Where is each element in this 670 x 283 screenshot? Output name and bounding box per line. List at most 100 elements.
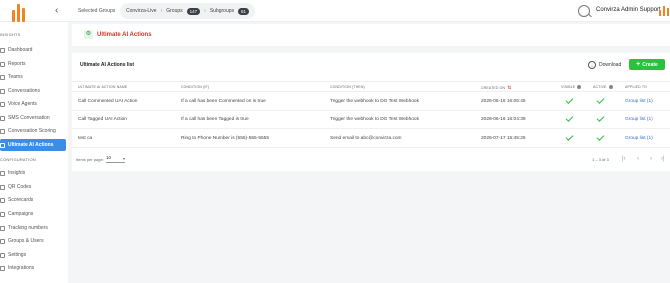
help-icon[interactable] xyxy=(577,85,582,90)
visible-check-icon[interactable] xyxy=(565,133,574,141)
previous-page-icon[interactable]: ‹ xyxy=(637,155,639,163)
sidebar-item-groups-users[interactable]: Groups & Users xyxy=(0,235,66,247)
help-icon[interactable] xyxy=(608,85,613,90)
active-check-icon[interactable] xyxy=(596,96,605,104)
sidebar: INSIGHTS Dashboard Reports Teams Convers… xyxy=(0,22,68,283)
sidebar-item-integrations[interactable]: Integrations xyxy=(0,262,66,274)
breadcrumb-separator-icon: › xyxy=(160,8,163,14)
download-button[interactable]: ↓ Download xyxy=(588,61,621,69)
condition-if: If a call has been Tagged is true xyxy=(181,117,249,122)
table-row[interactable]: Call Commented UAI Action If a call has … xyxy=(72,93,670,111)
chevron-down-icon: ▾ xyxy=(122,156,125,161)
search-icon[interactable] xyxy=(578,5,590,17)
sidebar-item-scorecards[interactable]: Scorecards xyxy=(0,194,66,206)
sidebar-item-conversation-scoring[interactable]: Conversation Scoring xyxy=(0,125,66,137)
first-page-icon[interactable]: |‹ xyxy=(622,155,626,163)
sidebar-section-insights: INSIGHTS xyxy=(0,32,21,37)
create-button[interactable]: + Create xyxy=(629,59,665,70)
chevron-left-icon[interactable]: ‹ xyxy=(55,6,58,16)
active-check-icon[interactable] xyxy=(596,133,605,141)
sidebar-item-dashboard[interactable]: Dashboard xyxy=(0,44,66,56)
items-per-page-value: 10 xyxy=(106,155,112,160)
next-page-icon[interactable]: › xyxy=(650,155,652,163)
groups-users-icon xyxy=(0,238,5,244)
condition-then: Send email to abc@convirza.com xyxy=(330,136,402,141)
table-row[interactable]: test ca Ring to Phone Number is (555)-55… xyxy=(72,130,670,148)
column-header-created-on[interactable]: CREATED ON ⇅ xyxy=(481,85,512,91)
sidebar-item-tracking-numbers[interactable]: Tracking numbers xyxy=(0,222,66,234)
settings-icon xyxy=(0,252,5,258)
sms-icon xyxy=(0,115,5,121)
sidebar-item-label: Campaigns xyxy=(8,211,34,217)
sidebar-item-label: Teams xyxy=(8,74,23,80)
created-on: 2026-07-17 15:45:25 xyxy=(481,136,526,141)
sidebar-item-voice-agents[interactable]: Voice Agents xyxy=(0,98,66,110)
user-name[interactable]: Convirza Admin Support xyxy=(596,7,661,13)
account-name: Convirza-Live xyxy=(126,8,157,14)
applied-to-link[interactable]: Group list (1) xyxy=(625,99,653,104)
page-title: Ultimate AI Actions xyxy=(97,32,152,38)
column-header-applied-to: APPLIED TO xyxy=(625,85,647,89)
teams-icon xyxy=(0,74,5,80)
sidebar-item-qr-codes[interactable]: QR Codes xyxy=(0,181,66,193)
last-page-icon[interactable]: ›| xyxy=(661,155,665,163)
created-on: 2026-06-16 16:05:45 xyxy=(481,99,526,104)
visible-check-icon[interactable] xyxy=(565,114,574,122)
convirza-logo[interactable] xyxy=(12,4,30,22)
condition-then: Trigger the webhook to DG Test Webhook xyxy=(330,99,419,104)
reports-icon xyxy=(0,61,5,67)
sidebar-item-label: Dashboard xyxy=(8,47,33,53)
campaigns-icon xyxy=(0,211,5,217)
created-on-label: CREATED ON xyxy=(481,86,506,90)
integrations-icon xyxy=(0,265,5,271)
sort-icon[interactable]: ⇅ xyxy=(507,85,511,91)
tracking-numbers-icon xyxy=(0,225,5,231)
voice-agents-icon xyxy=(0,101,5,107)
sidebar-item-campaigns[interactable]: Campaigns xyxy=(0,208,66,220)
column-header-name[interactable]: ULTIMATE AI ACTION NAME xyxy=(78,85,127,89)
subgroups-count-badge: 61 xyxy=(238,7,250,15)
column-header-condition-if[interactable]: CONDITION (IF) xyxy=(181,85,209,89)
sidebar-item-sms-conversation[interactable]: SMS Conversation xyxy=(0,112,66,124)
visible-label: VISIBLE xyxy=(561,85,576,89)
sidebar-item-label: Conversation Scoring xyxy=(8,128,56,134)
download-icon: ↓ xyxy=(588,61,596,69)
plus-icon: + xyxy=(636,61,641,68)
sidebar-item-label: SMS Conversation xyxy=(8,115,50,121)
paginator: Items per page: 10 ▾ 1 – 3 of 3 |‹ ‹ › ›… xyxy=(72,154,670,166)
sidebar-item-reports[interactable]: Reports xyxy=(0,58,66,70)
sidebar-item-conversations[interactable]: Conversations xyxy=(0,85,66,97)
condition-if: Ring to Phone Number is (555)-555-5555 xyxy=(181,136,269,141)
created-on: 2026-06-16 16:04:39 xyxy=(481,117,526,122)
subgroups-label: Subgroups xyxy=(209,8,235,14)
sidebar-item-ultimate-ai-actions[interactable]: Ultimate AI Actions xyxy=(0,139,66,151)
action-name: Call Tagged UAI Action xyxy=(78,117,127,122)
condition-then: Trigger the webhook to DG Test Webhook xyxy=(330,117,419,122)
sidebar-item-teams[interactable]: Teams xyxy=(0,71,66,83)
sidebar-item-label: Tracking numbers xyxy=(8,225,48,231)
sidebar-item-settings[interactable]: Settings xyxy=(0,249,66,261)
group-breadcrumb[interactable]: Convirza-Live › Groups 147 › Subgroups 6… xyxy=(120,3,256,19)
sidebar-item-label: Ultimate AI Actions xyxy=(8,142,54,148)
scoring-icon xyxy=(0,128,5,134)
pagination-range: 1 – 3 of 3 xyxy=(592,157,609,162)
conversations-icon xyxy=(0,88,5,94)
active-check-icon[interactable] xyxy=(596,114,605,122)
qr-code-icon xyxy=(0,184,5,190)
applied-to-link[interactable]: Group list (1) xyxy=(625,136,653,141)
items-per-page-label: Items per page: xyxy=(76,157,104,162)
create-label: Create xyxy=(642,61,658,68)
sidebar-section-configuration: CONFIGURATION xyxy=(0,157,36,162)
sidebar-item-label: Conversations xyxy=(8,88,40,94)
selected-groups-label: Selected Groups xyxy=(78,8,116,14)
items-per-page-select[interactable]: 10 ▾ xyxy=(106,155,125,163)
download-label: Download xyxy=(599,62,622,68)
insights-icon xyxy=(0,170,5,176)
applied-to-link[interactable]: Group list (1) xyxy=(625,117,653,122)
sidebar-item-insights[interactable]: Insights xyxy=(0,167,66,179)
table-row[interactable]: Call Tagged UAI Action If a call has bee… xyxy=(72,111,670,129)
ai-actions-icon: ⚙ xyxy=(84,30,93,39)
table-header: ULTIMATE AI ACTION NAME CONDITION (IF) C… xyxy=(72,81,670,92)
visible-check-icon[interactable] xyxy=(565,96,574,104)
column-header-condition-then[interactable]: CONDITION (THEN) xyxy=(330,85,365,89)
